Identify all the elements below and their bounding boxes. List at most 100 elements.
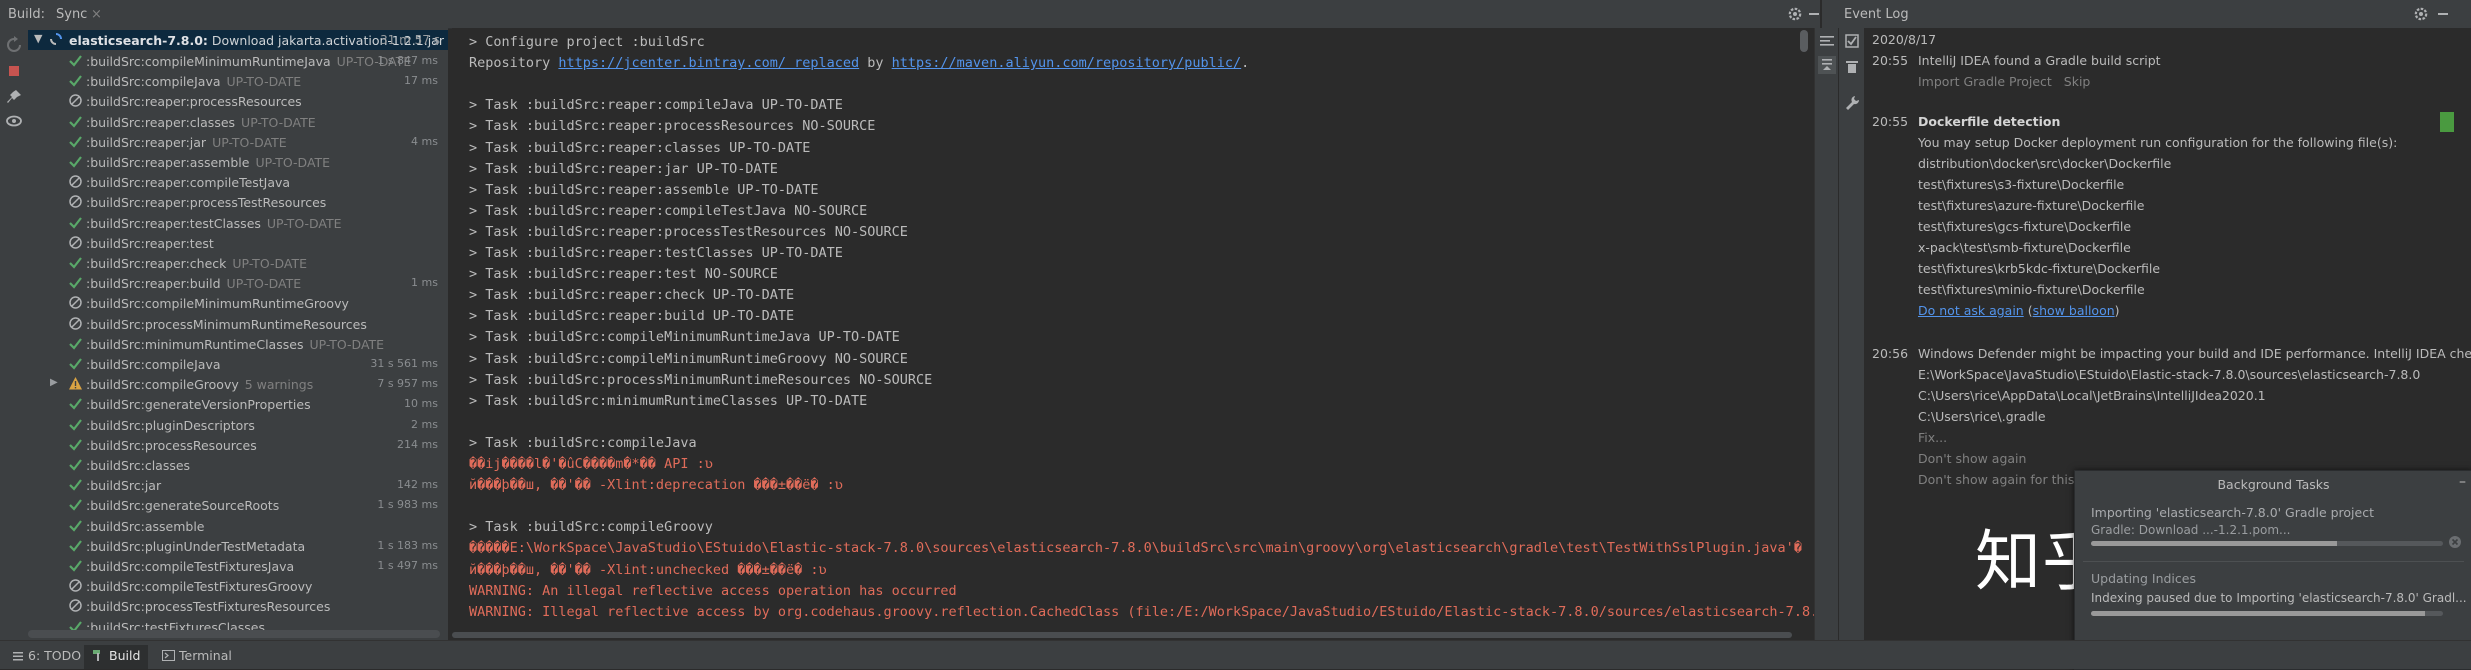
tab-todo-label: 6: TODO	[28, 648, 82, 663]
gear-icon[interactable]	[1786, 5, 1804, 23]
tab-build[interactable]: Build	[84, 645, 149, 669]
tree-row[interactable]: :buildSrc:compileTestFixturesGroovy	[28, 576, 448, 596]
eye-icon[interactable]	[5, 112, 23, 130]
task-status: UP-TO-DATE	[255, 155, 331, 170]
task-name: :buildSrc:reaper:classes	[86, 114, 236, 130]
task-name: :buildSrc:generateSourceRoots	[86, 498, 280, 514]
console-line: Repository https://jcenter.bintray.com/ …	[469, 55, 1249, 75]
tree-row[interactable]: :buildSrc:reaper:processTestResources	[28, 192, 448, 212]
console-line: > Task :buildSrc:reaper:build UP-TO-DATE	[469, 308, 795, 325]
soft-wrap-icon[interactable]	[1818, 32, 1836, 50]
rerun-icon[interactable]	[5, 36, 23, 54]
task-status: UP-TO-DATE	[226, 276, 302, 292]
check-icon	[68, 558, 83, 573]
tree-row[interactable]: :buildSrc:reaper:jar UP-TO-DATE 4 ms	[28, 132, 448, 152]
event-log-gear-icon[interactable]	[2412, 5, 2430, 23]
task-name: :buildSrc:processTestFixturesResources	[86, 599, 331, 615]
tree-row[interactable]: :buildSrc:compileMinimumRuntimeJava UP-TO…	[28, 51, 448, 71]
hide-icon[interactable]	[1805, 5, 1823, 23]
background-tasks-minimize-icon[interactable]: –	[2459, 474, 2466, 490]
task-name: :buildSrc:compileJava	[86, 357, 221, 372]
tree-row[interactable]: :buildSrc:minimumRuntimeClasses UP-TO-DAT…	[28, 334, 448, 354]
task-name: :buildSrc:reaper:processResources	[86, 94, 302, 110]
tab-sync-close-icon[interactable]: ×	[91, 7, 102, 22]
do-not-ask-again-link[interactable]: Do not ask again	[1918, 303, 2024, 318]
notification-marker	[2440, 112, 2454, 132]
entry-time: 20:55	[1872, 53, 1909, 68]
jcenter-link[interactable]: https://jcenter.bintray.com/ replaced	[558, 55, 859, 71]
tree-row[interactable]: :buildSrc:reaper:classes UP-TO-DATE	[28, 112, 448, 132]
console-line: > Task :buildSrc:reaper:processTestResou…	[469, 223, 908, 240]
expand-icon[interactable]: ▶	[50, 377, 58, 388]
mark-all-read-icon[interactable]	[1843, 32, 1861, 50]
dont-show-again-link[interactable]: Don't show again	[1918, 451, 2026, 466]
task-duration: 31 s 561 ms	[370, 357, 438, 370]
collapse-icon[interactable]: ▼	[34, 32, 42, 45]
tree-row[interactable]: :buildSrc:assemble	[28, 516, 448, 536]
console-line: > Task :buildSrc:minimumRuntimeClasses U…	[469, 392, 868, 409]
tree-row[interactable]: :buildSrc:reaper:build UP-TO-DATE 1 ms	[28, 273, 448, 293]
entry-time: 20:55	[1872, 114, 1909, 129]
entry-time: 20:56	[1872, 346, 1909, 361]
task-name: :buildSrc:pluginDescriptors	[86, 417, 255, 433]
tree-row[interactable]: :buildSrc:processMinimumRuntimeResources	[28, 314, 448, 334]
tree-row[interactable]: :buildSrc:processTestFixturesResources	[28, 596, 448, 616]
tree-row[interactable]: :buildSrc:processResources 214 ms	[28, 435, 448, 455]
task-name: :buildSrc:minimumRuntimeClasses	[86, 336, 304, 352]
console-line: > Task :buildSrc:reaper:compileJava UP-T…	[469, 97, 843, 114]
tree-row[interactable]: :buildSrc:reaper:check UP-TO-DATE	[28, 253, 448, 273]
tab-todo[interactable]: 6: TODO	[6, 645, 87, 669]
tree-row[interactable]: :buildSrc:compileTestFixturesJava 1 s 497…	[28, 556, 448, 576]
tab-terminal[interactable]: Terminal	[156, 645, 238, 669]
warning-icon	[68, 376, 83, 391]
tree-horizontal-scrollbar[interactable]	[28, 630, 440, 638]
aliyun-maven-link[interactable]: https://maven.aliyun.com/repository/publ…	[892, 55, 1242, 71]
pin-icon[interactable]	[5, 88, 23, 106]
skip-link[interactable]: Skip	[2064, 74, 2091, 89]
cancel-task-icon[interactable]	[2448, 535, 2462, 549]
event-log-hide-icon[interactable]	[2434, 5, 2452, 23]
tree-row[interactable]: :buildSrc:compileJava UP-TO-DATE 17 ms	[28, 71, 448, 91]
import-gradle-project-link[interactable]: Import Gradle Project	[1918, 74, 2052, 89]
tree-root-row[interactable]: ▼ elasticsearch-7.8.0: Download jakarta.…	[28, 30, 448, 50]
tree-row[interactable]: :buildSrc:pluginUnderTestMetadata 1 s 183…	[28, 536, 448, 556]
console-line: > Task :buildSrc:reaper:assemble UP-TO-D…	[469, 181, 819, 198]
tab-sync[interactable]: Sync	[56, 7, 87, 22]
fix-link[interactable]: Fix...	[1918, 430, 1947, 445]
console-text: .	[1241, 55, 1250, 72]
build-console-output[interactable]: > Configure project :buildSrc Repository …	[452, 28, 1814, 640]
check-icon	[68, 497, 83, 512]
task-progress-fill	[2091, 541, 2338, 546]
tree-row[interactable]: :buildSrc:reaper:testClasses UP-TO-DATE	[28, 213, 448, 233]
tree-row[interactable]: :buildSrc:classes	[28, 455, 448, 475]
console-vertical-scrollbar[interactable]	[1800, 30, 1808, 52]
tree-row[interactable]: ▶:buildSrc:compileGroovy 5 warnings 7 s 95…	[28, 374, 448, 394]
stop-icon[interactable]	[5, 62, 23, 80]
scroll-to-end-icon[interactable]	[1818, 56, 1836, 74]
console-horizontal-scrollbar[interactable]	[452, 632, 1792, 638]
task-name: :buildSrc:reaper:jar	[86, 134, 207, 150]
entry-line: test\fixtures\gcs-fixture\Dockerfile	[1918, 219, 2132, 234]
tree-row[interactable]: :buildSrc:reaper:assemble UP-TO-DATE	[28, 152, 448, 172]
wrench-icon[interactable]	[1843, 94, 1861, 112]
entry-line: E:\WorkSpace\JavaStudio\EStuido\Elastic-…	[1918, 367, 2421, 382]
show-balloon-link[interactable]: show balloon	[2033, 303, 2115, 318]
entry-title: Dockerfile detection	[1918, 114, 2061, 129]
task-status: UP-TO-DATE	[309, 336, 385, 352]
tree-row[interactable]: :buildSrc:jar 142 ms	[28, 475, 448, 495]
tree-row[interactable]: :buildSrc:generateSourceRoots 1 s 983 ms	[28, 495, 448, 515]
tree-row[interactable]: :buildSrc:reaper:compileTestJava	[28, 172, 448, 192]
dont-show-again-project-link[interactable]: Don't show again for this p	[1918, 472, 2086, 487]
task-label: Updating Indices	[2091, 571, 2196, 586]
trash-icon[interactable]	[1843, 58, 1861, 76]
task-status: 5 warnings	[244, 377, 314, 393]
tree-row[interactable]: :buildSrc:compileJava 31 s 561 ms	[28, 354, 448, 374]
console-line: > Task :buildSrc:reaper:jar UP-TO-DATE	[469, 160, 778, 177]
tree-row[interactable]: :buildSrc:generateVersionProperties 10 ms	[28, 394, 448, 414]
tree-row[interactable]: :buildSrc:reaper:test	[28, 233, 448, 253]
tree-row[interactable]: :buildSrc:pluginDescriptors 2 ms	[28, 415, 448, 435]
tree-row[interactable]: :buildSrc:compileMinimumRuntimeGroovy	[28, 293, 448, 313]
sync-running-icon	[49, 32, 63, 46]
task-name: :buildSrc:processMinimumRuntimeResources	[86, 316, 367, 332]
tree-row[interactable]: :buildSrc:reaper:processResources	[28, 91, 448, 111]
